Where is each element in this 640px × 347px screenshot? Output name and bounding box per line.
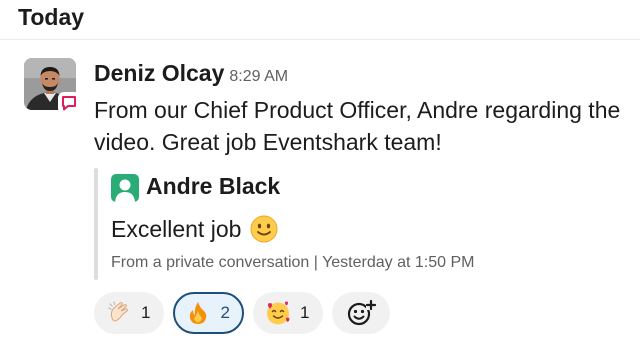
- message-pane: Today Deniz Olcay 8:29 AM From our Chief …: [0, 0, 640, 347]
- quote-author-name[interactable]: Andre Black: [146, 173, 280, 200]
- reaction-smiling-face-with-hearts[interactable]: 1: [252, 292, 324, 334]
- reaction-count: 2: [220, 303, 230, 322]
- reaction-fire[interactable]: 2: [173, 292, 244, 334]
- message-timestamp[interactable]: 8:29 AM: [229, 68, 288, 85]
- quote-message-text: Excellent job: [111, 215, 242, 242]
- day-divider-label[interactable]: Today: [18, 4, 84, 31]
- message-text: From our Chief Product Officer, Andre re…: [94, 97, 621, 155]
- clapping-hands-icon: [106, 300, 132, 326]
- add-emoji-icon: [348, 299, 377, 326]
- fire-icon: [185, 300, 211, 326]
- quote-source-meta[interactable]: From a private conversation | Yesterday …: [111, 254, 474, 272]
- reaction-clapping-hands[interactable]: 1: [94, 292, 165, 334]
- smiling-face-with-hearts-icon: [265, 300, 291, 326]
- message-header: Deniz Olcay 8:29 AM: [94, 60, 288, 87]
- quote-message: Excellent job: [111, 215, 278, 243]
- default-user-avatar-icon[interactable]: [111, 174, 139, 202]
- reaction-bar: 1 2 1: [94, 292, 391, 334]
- quote-bar: [94, 168, 98, 280]
- sender-name[interactable]: Deniz Olcay: [94, 60, 224, 86]
- reaction-count: 1: [299, 303, 310, 322]
- day-divider-line: [0, 39, 640, 40]
- add-reaction-button[interactable]: [332, 292, 391, 334]
- slightly-smiling-face-icon: [250, 215, 278, 243]
- speech-bubble-icon: [58, 92, 80, 114]
- reaction-count: 1: [141, 303, 151, 322]
